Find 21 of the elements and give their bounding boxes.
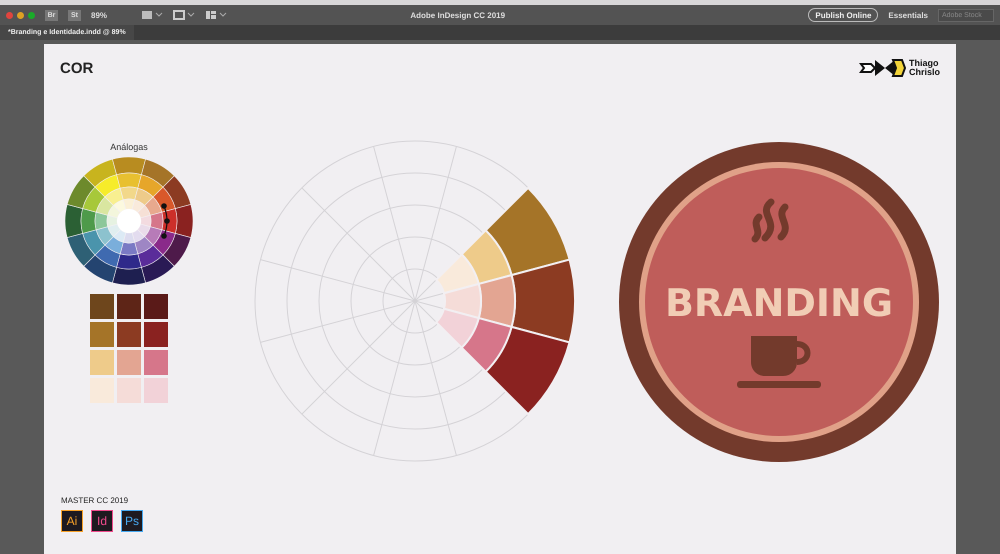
footer-label: MASTER CC 2019 [61,496,130,505]
arrange-icon[interactable] [205,10,227,20]
minimize-icon[interactable] [17,12,24,18]
maximize-icon[interactable] [28,12,35,18]
screen-mode-icon[interactable] [173,10,195,20]
branding-badge: BRANDING [618,141,940,463]
logo-icon [858,57,907,79]
logo-text: Chrislo [908,68,940,77]
scheme-label: Análogas [110,142,148,152]
window-title: Adobe InDesign CC 2019 [409,10,506,20]
frame-icon[interactable] [141,10,163,20]
app-icon: Ai [61,510,83,532]
publish-button[interactable]: Publish Online [808,8,878,22]
page-heading: COR [60,60,94,76]
app-icon: Ps [121,510,143,532]
app-icon: Id [91,510,113,532]
color-segment [435,253,480,294]
zoom-dropdown[interactable]: 89% [91,10,131,20]
workspace-dropdown[interactable]: Essentials [888,10,928,20]
color-segment [435,308,480,349]
logo-text: Thiago [908,59,940,68]
